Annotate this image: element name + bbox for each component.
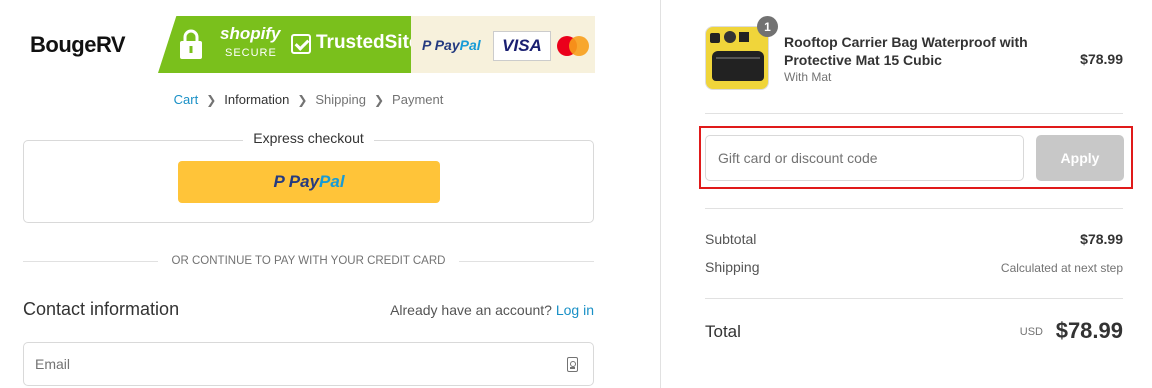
subtotal-label: Subtotal: [705, 231, 757, 247]
breadcrumb: Cart ❯ Information ❯ Shipping ❯ Payment: [0, 92, 617, 107]
express-checkout-title-text: Express checkout: [243, 130, 374, 146]
chevron-right-icon: ❯: [206, 93, 217, 107]
lock-icon: [180, 29, 202, 59]
discount-code-field[interactable]: [705, 135, 1024, 181]
store-logo[interactable]: BougeRV: [26, 16, 168, 73]
paypal-pay-text: Pay: [288, 172, 320, 191]
checkbox-check-icon: [291, 34, 311, 54]
summary-divider: [705, 113, 1123, 114]
paypal-p-icon: P: [422, 37, 435, 53]
apply-discount-button[interactable]: Apply: [1036, 135, 1124, 181]
trust-banner: BougeRV shopify SECURE TrustedSite P Pay…: [26, 16, 595, 73]
total-currency: USD: [1019, 326, 1043, 338]
divider-label: OR CONTINUE TO PAY WITH YOUR CREDIT CARD: [0, 255, 617, 267]
chevron-right-icon: ❯: [297, 93, 308, 107]
login-link[interactable]: Log in: [556, 302, 594, 318]
mastercard-icon: [557, 36, 591, 56]
contact-information-heading: Contact information: [23, 299, 180, 319]
express-checkout-title: Express checkout: [0, 130, 617, 146]
total-value: $78.99: [1055, 318, 1123, 343]
contact-card-icon: [567, 357, 578, 372]
paypal-pal-text: Pal: [459, 37, 481, 53]
shipping-value: Calculated at next step: [1000, 261, 1123, 275]
paypal-p-icon: P: [273, 172, 285, 191]
total-label: Total: [705, 322, 741, 341]
breadcrumb-cart[interactable]: Cart: [174, 92, 199, 107]
store-logo-text: BougeRV: [30, 31, 126, 57]
shopify-secure-subtitle: SECURE: [225, 47, 277, 59]
product-thumbnail: [705, 26, 769, 90]
quantity-badge: 1: [757, 16, 778, 37]
paypal-pal-text: Pal: [319, 172, 345, 191]
summary-divider: [705, 298, 1123, 299]
shipping-label: Shipping: [705, 259, 760, 275]
summary-divider: [705, 208, 1123, 209]
paypal-express-button[interactable]: P Pay Pal: [178, 161, 440, 203]
shopify-secure-title: shopify: [220, 24, 281, 43]
breadcrumb-payment: Payment: [392, 92, 444, 107]
email-input[interactable]: [24, 343, 555, 385]
email-field[interactable]: [23, 342, 594, 386]
product-name: Rooftop Carrier Bag Waterproof with Prot…: [784, 34, 1028, 68]
product-variant: With Mat: [784, 70, 832, 84]
divider-label-text: OR CONTINUE TO PAY WITH YOUR CREDIT CARD: [157, 255, 460, 267]
paypal-logo: P PayPal: [422, 37, 481, 53]
account-prompt: Already have an account? Log in: [390, 302, 594, 318]
chevron-right-icon: ❯: [373, 93, 385, 107]
discount-code-input[interactable]: [706, 136, 1018, 180]
account-prompt-text: Already have an account?: [390, 302, 552, 318]
product-price: $78.99: [1080, 51, 1123, 67]
breadcrumb-shipping: Shipping: [315, 92, 366, 107]
paypal-pay-text: Pay: [434, 37, 460, 53]
order-summary-panel: 1 Rooftop Carrier Bag Waterproof with Pr…: [660, 0, 1152, 388]
subtotal-value: $78.99: [1080, 231, 1123, 247]
checkout-main-panel: BougeRV shopify SECURE TrustedSite P Pay…: [0, 0, 660, 388]
breadcrumb-information: Information: [224, 92, 290, 107]
visa-logo: VISA: [493, 31, 551, 61]
trustedsite-label: TrustedSite: [316, 32, 420, 53]
